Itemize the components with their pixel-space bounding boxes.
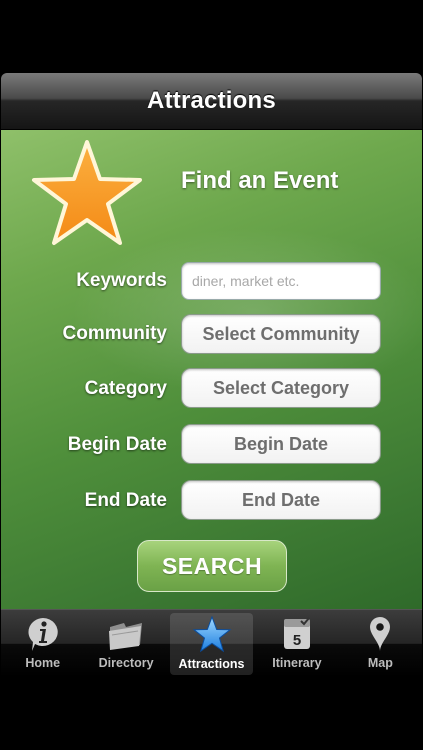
tab-attractions[interactable]: Attractions — [169, 613, 254, 675]
tab-directory[interactable]: Directory — [84, 610, 167, 677]
tab-itinerary[interactable]: 5 Itinerary — [255, 610, 338, 677]
page-title: Attractions — [147, 87, 276, 114]
calendar-day: 5 — [293, 632, 301, 649]
select-category-button[interactable]: Select Category — [181, 368, 381, 408]
calendar-icon: 5 — [277, 615, 317, 653]
tab-label: Map — [367, 656, 393, 670]
app-screen: Attractions Find an Event Keywords Commu… — [1, 73, 422, 677]
folder-icon — [106, 615, 146, 653]
community-label: Community — [62, 323, 168, 344]
tab-home[interactable]: Home — [1, 610, 84, 677]
end-date-button[interactable]: End Date — [181, 480, 381, 520]
info-icon — [23, 615, 63, 653]
star-icon — [29, 138, 145, 248]
keywords-field — [181, 262, 381, 300]
begin-date-label: Begin Date — [67, 434, 167, 455]
search-button[interactable]: SEARCH — [137, 540, 287, 592]
star-icon — [192, 615, 232, 653]
tab-label: Directory — [98, 656, 154, 670]
tab-map[interactable]: Map — [339, 610, 422, 677]
navigation-bar: Attractions — [1, 73, 422, 130]
tab-label: Itinerary — [272, 656, 322, 670]
tab-bar: Home Directory Attractions 5 Itinerary M… — [1, 609, 422, 677]
begin-date-button[interactable]: Begin Date — [181, 424, 381, 464]
event-search-form: Find an Event Keywords Community Select … — [1, 130, 422, 609]
category-label: Category — [84, 378, 167, 399]
keywords-input[interactable] — [182, 263, 380, 299]
tab-label: Home — [25, 656, 61, 670]
keywords-label: Keywords — [76, 270, 167, 291]
end-date-label: End Date — [84, 490, 167, 511]
tab-label: Attractions — [178, 657, 245, 671]
form-heading: Find an Event — [181, 167, 339, 194]
select-community-button[interactable]: Select Community — [181, 314, 381, 354]
map-pin-icon — [360, 615, 400, 653]
